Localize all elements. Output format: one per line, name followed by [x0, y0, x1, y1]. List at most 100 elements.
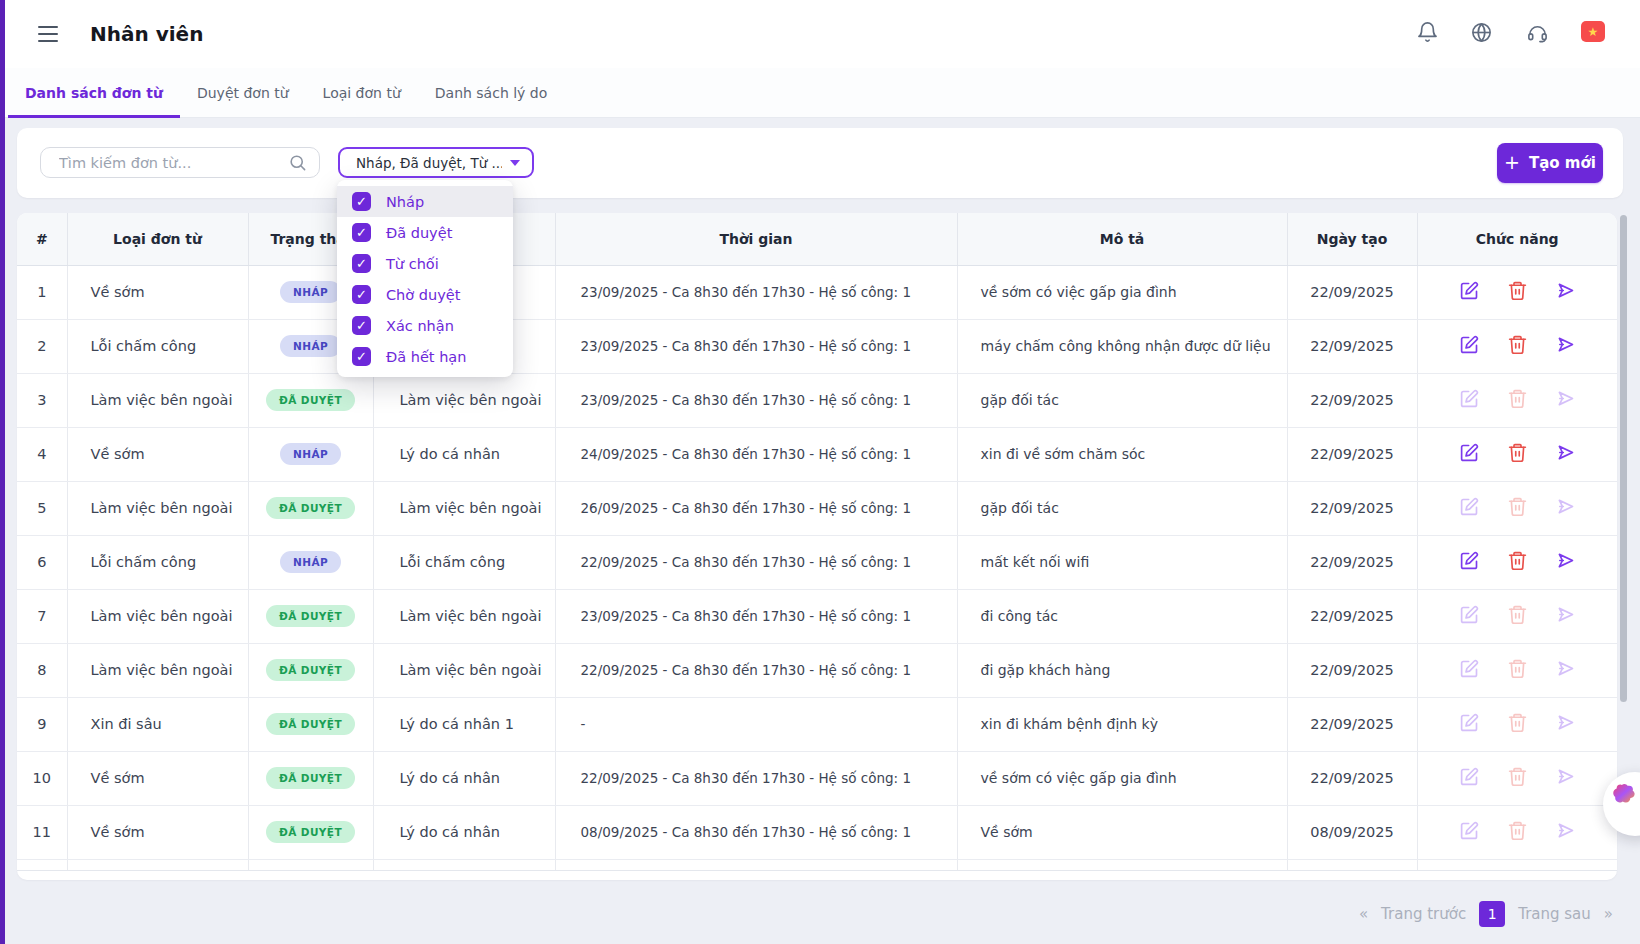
- request-type: Xin đi sâu: [67, 697, 248, 751]
- requests-table: #Loại đơn từTrạng tháiLý doThời gianMô t…: [17, 213, 1617, 871]
- trash-icon[interactable]: [1507, 280, 1528, 301]
- request-actions: [1417, 697, 1617, 751]
- request-actions: [1417, 427, 1617, 481]
- row-number: 4: [17, 427, 67, 481]
- status-badge: NHÁP: [280, 443, 341, 465]
- request-time: 23/09/2025 - Ca 8h30 đến 17h30 - Hệ số c…: [555, 265, 957, 319]
- tab-1[interactable]: Duyệt đơn từ: [180, 68, 306, 117]
- status-badge: ĐÃ DUYỆT: [266, 713, 355, 735]
- empty-cell: [248, 859, 373, 871]
- filter-option-label: Đã hết hạn: [386, 349, 466, 365]
- language-flag[interactable]: ★: [1581, 21, 1605, 42]
- status-badge: ĐÃ DUYỆT: [266, 605, 355, 627]
- send-icon[interactable]: [1555, 334, 1576, 355]
- column-header: Ngày tạo: [1287, 213, 1417, 265]
- trash-icon: [1507, 712, 1528, 733]
- request-status: NHÁP: [248, 427, 373, 481]
- status-badge: ĐÃ DUYỆT: [266, 497, 355, 519]
- request-time: 08/09/2025 - Ca 8h30 đến 17h30 - Hệ số c…: [555, 805, 957, 859]
- tab-2[interactable]: Loại đơn từ: [306, 68, 418, 117]
- next-page-button[interactable]: Trang sau: [1518, 905, 1591, 923]
- edit-icon[interactable]: [1459, 442, 1480, 463]
- request-created-date: 22/09/2025: [1287, 643, 1417, 697]
- prev-page-arrow[interactable]: «: [1359, 905, 1368, 923]
- column-header: #: [17, 213, 67, 265]
- status-badge: NHÁP: [280, 551, 341, 573]
- send-icon: [1555, 388, 1576, 409]
- trash-icon: [1507, 496, 1528, 517]
- current-page-badge[interactable]: 1: [1479, 901, 1505, 927]
- request-created-date: 22/09/2025: [1287, 751, 1417, 805]
- request-created-date: 08/09/2025: [1287, 805, 1417, 859]
- table-row: 1Về sớmNHÁP23/09/2025 - Ca 8h30 đến 17h3…: [17, 265, 1617, 319]
- request-status: ĐÃ DUYỆT: [248, 643, 373, 697]
- globe-icon[interactable]: [1470, 21, 1493, 44]
- sidebar-edge-strip: [0, 0, 5, 944]
- send-icon[interactable]: [1555, 442, 1576, 463]
- edit-icon: [1459, 712, 1480, 733]
- menu-icon[interactable]: [38, 26, 58, 42]
- edit-icon: [1459, 388, 1480, 409]
- send-icon[interactable]: [1555, 550, 1576, 571]
- filter-option-label: Đã duyệt: [386, 225, 452, 241]
- trash-icon: [1507, 604, 1528, 625]
- filter-option-2[interactable]: ✓Từ chối: [337, 248, 513, 279]
- filter-option-4[interactable]: ✓Xác nhận: [337, 310, 513, 341]
- status-badge: ĐÃ DUYỆT: [266, 821, 355, 843]
- edit-icon[interactable]: [1459, 334, 1480, 355]
- checkbox-checked-icon[interactable]: ✓: [352, 254, 371, 273]
- filter-option-3[interactable]: ✓Chờ duyệt: [337, 279, 513, 310]
- status-filter-select[interactable]: Nháp, Đã duyệt, Từ ...: [338, 147, 534, 178]
- request-description: đi gặp khách hàng: [957, 643, 1287, 697]
- edit-icon: [1459, 766, 1480, 787]
- empty-cell: [373, 859, 555, 871]
- request-actions: [1417, 535, 1617, 589]
- checkbox-checked-icon[interactable]: ✓: [352, 316, 371, 335]
- checkbox-checked-icon[interactable]: ✓: [352, 347, 371, 366]
- table-viewport: #Loại đơn từTrạng tháiLý doThời gianMô t…: [17, 213, 1617, 871]
- empty-cell: [1287, 859, 1417, 871]
- tab-0[interactable]: Danh sách đơn từ: [8, 68, 180, 117]
- request-status: ĐÃ DUYỆT: [248, 805, 373, 859]
- edit-icon: [1459, 604, 1480, 625]
- request-created-date: 22/09/2025: [1287, 481, 1417, 535]
- next-page-arrow[interactable]: »: [1604, 905, 1613, 923]
- request-created-date: 22/09/2025: [1287, 535, 1417, 589]
- bell-icon[interactable]: [1416, 21, 1439, 44]
- checkbox-checked-icon[interactable]: ✓: [352, 285, 371, 304]
- send-icon[interactable]: [1555, 280, 1576, 301]
- filter-option-5[interactable]: ✓ Đã hết hạn: [337, 341, 513, 372]
- search-input[interactable]: [41, 155, 288, 171]
- request-time: 23/09/2025 - Ca 8h30 đến 17h30 - Hệ số c…: [555, 319, 957, 373]
- headset-icon[interactable]: [1526, 21, 1549, 44]
- prev-page-button[interactable]: Trang trước: [1381, 905, 1466, 923]
- request-time: 23/09/2025 - Ca 8h30 đến 17h30 - Hệ số c…: [555, 589, 957, 643]
- request-type: Về sớm: [67, 265, 248, 319]
- table-scrollbar[interactable]: [1620, 215, 1627, 702]
- trash-icon[interactable]: [1507, 442, 1528, 463]
- create-new-label: Tạo mới: [1529, 154, 1596, 172]
- checkbox-checked-icon[interactable]: ✓: [352, 192, 371, 211]
- create-new-button[interactable]: + Tạo mới: [1497, 143, 1603, 183]
- edit-icon[interactable]: [1459, 550, 1480, 571]
- trash-icon[interactable]: [1507, 550, 1528, 571]
- chevron-down-icon: [510, 160, 520, 166]
- request-description: xin đi về sớm chăm sóc: [957, 427, 1287, 481]
- table-row: 9Xin đi sâuĐÃ DUYỆTLý do cá nhân 1-xin đ…: [17, 697, 1617, 751]
- send-icon: [1555, 496, 1576, 517]
- request-description: Về sớm: [957, 805, 1287, 859]
- filter-option-1[interactable]: ✓ Đã duyệt: [337, 217, 513, 248]
- edit-icon[interactable]: [1459, 280, 1480, 301]
- tab-3[interactable]: Danh sách lý do: [418, 68, 565, 117]
- empty-cell: [1417, 859, 1617, 871]
- request-reason: Lý do cá nhân: [373, 805, 555, 859]
- table-row: 6Lỗi chấm côngNHÁPLỗi chấm công22/09/202…: [17, 535, 1617, 589]
- search-box: [40, 147, 320, 178]
- filter-option-0[interactable]: ✓Nháp: [337, 186, 513, 217]
- request-created-date: 22/09/2025: [1287, 373, 1417, 427]
- empty-cell: [17, 859, 67, 871]
- checkbox-checked-icon[interactable]: ✓: [352, 223, 371, 242]
- trash-icon[interactable]: [1507, 334, 1528, 355]
- request-reason: Lý do cá nhân: [373, 427, 555, 481]
- request-reason: Làm việc bên ngoài: [373, 481, 555, 535]
